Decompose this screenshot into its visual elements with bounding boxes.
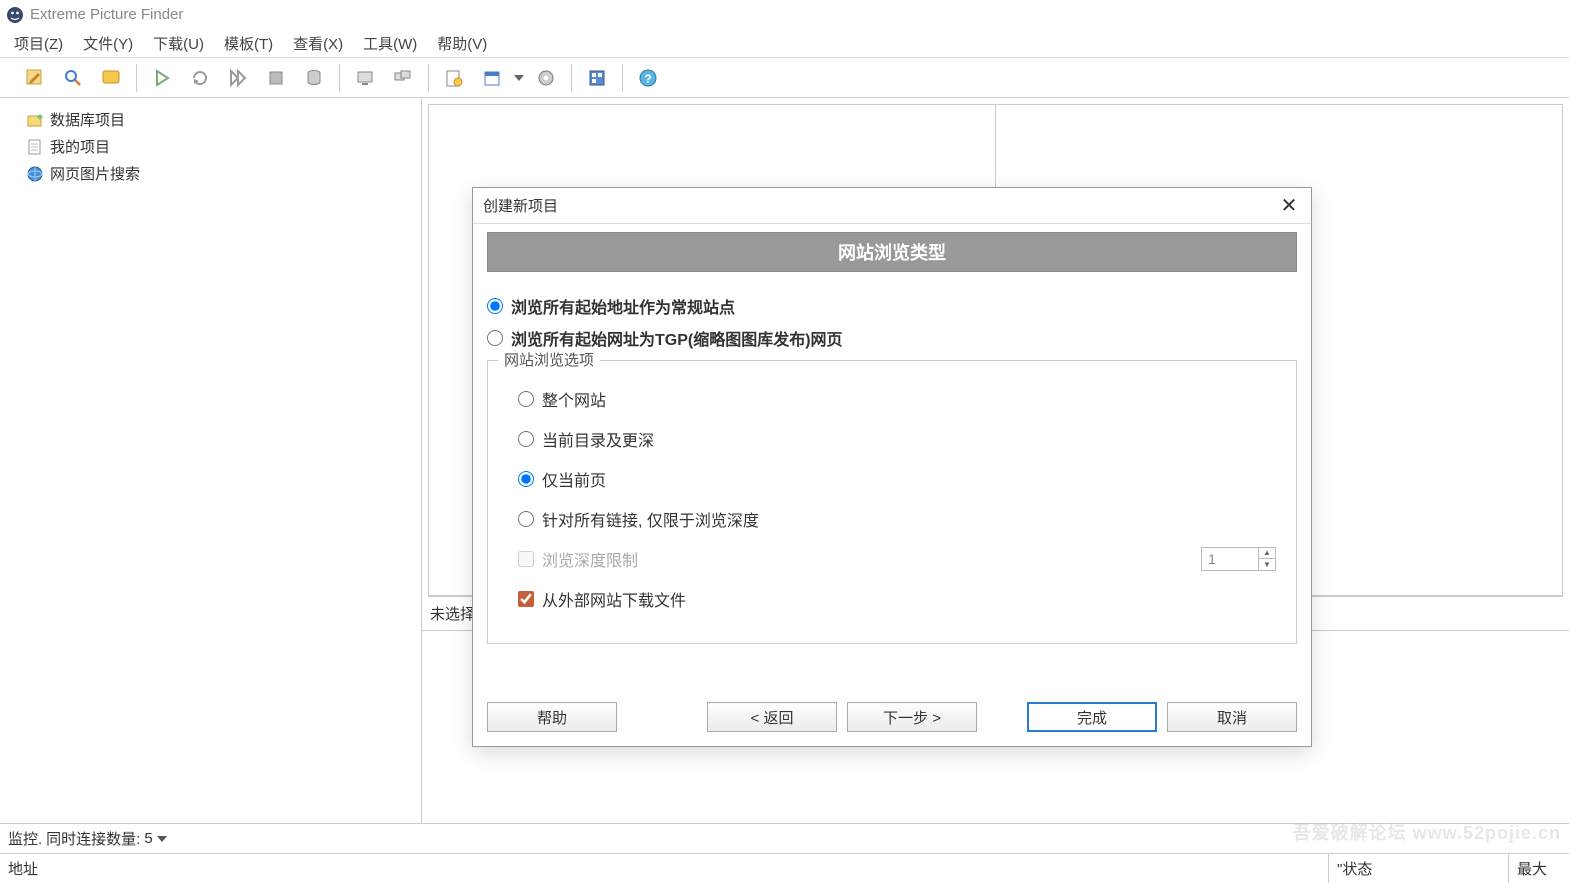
- browse-options-fieldset: 网站浏览选项 整个网站 当前目录及更深 仅当前页 针对所有链接, 仅限于浏览深度: [487, 360, 1297, 644]
- window-titlebar: Extreme Picture Finder: [0, 0, 1569, 30]
- mode-radio-tgp-label: 浏览所有起始网址为TGP(缩略图图库发布)网页: [511, 326, 843, 350]
- toolbar-calendar-icon[interactable]: [473, 59, 511, 97]
- mode-radio-tgp[interactable]: 浏览所有起始网址为TGP(缩略图图库发布)网页: [487, 322, 1297, 354]
- toolbar-separator: [339, 64, 340, 92]
- scope-radio-curr-only-label: 仅当前页: [542, 467, 606, 491]
- status-value: 5: [144, 830, 152, 847]
- tree-item-web-image-search[interactable]: 网页图片搜索: [6, 160, 415, 187]
- cancel-button[interactable]: 取消: [1167, 702, 1297, 732]
- scope-radio-all-links-input[interactable]: [518, 511, 534, 527]
- depth-limit-check-input: [518, 551, 534, 567]
- tree-item-label: 数据库项目: [50, 109, 125, 130]
- toolbar-database-icon[interactable]: [295, 59, 333, 97]
- scope-radio-curr-deeper[interactable]: 当前目录及更深: [508, 419, 1276, 459]
- next-button[interactable]: 下一步 >: [847, 702, 977, 732]
- finish-button[interactable]: 完成: [1027, 702, 1157, 732]
- back-button[interactable]: < 返回: [707, 702, 837, 732]
- toolbar-dropdown-icon[interactable]: [511, 59, 527, 97]
- depth-limit-check: 浏览深度限制: [518, 547, 638, 571]
- mode-radio-tgp-input[interactable]: [487, 330, 503, 346]
- fieldset-legend: 网站浏览选项: [498, 349, 600, 370]
- statusbar: 监控. 同时连接数量: 5: [0, 823, 1569, 853]
- toolbar-play-icon[interactable]: [143, 59, 181, 97]
- folder-sparkle-icon: [26, 111, 44, 129]
- scope-radio-curr-deeper-label: 当前目录及更深: [542, 427, 654, 451]
- toolbar-edit-icon[interactable]: [16, 59, 54, 97]
- tree-item-label: 网页图片搜索: [50, 163, 140, 184]
- toolbar-monitors-icon[interactable]: [384, 59, 422, 97]
- toolbar-gear-icon[interactable]: [527, 59, 565, 97]
- tree-item-label: 我的项目: [50, 136, 110, 157]
- document-icon: [26, 138, 44, 156]
- toolbar-tile-icon[interactable]: [578, 59, 616, 97]
- dialog-button-row: 帮助 < 返回 下一步 > 完成 取消: [473, 690, 1311, 746]
- toolbar-separator: [136, 64, 137, 92]
- menu-project[interactable]: 项目(Z): [4, 29, 73, 58]
- toolbar-separator: [622, 64, 623, 92]
- dialog-body: 网站浏览类型 浏览所有起始地址作为常规站点 浏览所有起始网址为TGP(缩略图图库…: [473, 224, 1311, 690]
- scope-radio-whole-input[interactable]: [518, 391, 534, 407]
- dialog-banner: 网站浏览类型: [487, 232, 1297, 272]
- spinner-up-icon[interactable]: ▲: [1259, 548, 1275, 559]
- column-address[interactable]: 地址: [0, 854, 1329, 883]
- help-button[interactable]: 帮助: [487, 702, 617, 732]
- column-header-row: 地址 "状态 最大: [0, 853, 1569, 883]
- app-icon: [6, 6, 24, 24]
- mode-radio-regular-input[interactable]: [487, 298, 503, 314]
- external-download-check-input[interactable]: [518, 591, 534, 607]
- mode-radio-regular-label: 浏览所有起始地址作为常规站点: [511, 294, 735, 318]
- scope-radio-curr-only[interactable]: 仅当前页: [508, 459, 1276, 499]
- menu-download[interactable]: 下载(U): [143, 29, 214, 58]
- toolbar: ?: [0, 58, 1569, 98]
- depth-spinner-buttons[interactable]: ▲ ▼: [1258, 548, 1275, 570]
- new-project-dialog: 创建新项目 ✕ 网站浏览类型 浏览所有起始地址作为常规站点 浏览所有起始网址为T…: [472, 187, 1312, 747]
- svg-text:?: ?: [644, 72, 651, 86]
- sidebar-tree: 数据库项目 我的项目 网页图片搜索: [0, 98, 422, 823]
- depth-limit-row: 浏览深度限制 ▲ ▼: [508, 539, 1276, 579]
- toolbar-props-icon[interactable]: [435, 59, 473, 97]
- toolbar-separator: [428, 64, 429, 92]
- scope-radio-curr-only-input[interactable]: [518, 471, 534, 487]
- mode-radio-regular[interactable]: 浏览所有起始地址作为常规站点: [487, 290, 1297, 322]
- toolbar-stop-icon[interactable]: [257, 59, 295, 97]
- toolbar-note-icon[interactable]: [92, 59, 130, 97]
- external-download-check[interactable]: 从外部网站下载文件: [508, 579, 1276, 619]
- toolbar-monitor-icon[interactable]: [346, 59, 384, 97]
- menu-template[interactable]: 模板(T): [214, 29, 283, 58]
- status-dropdown-icon[interactable]: [157, 830, 167, 847]
- depth-spinner[interactable]: ▲ ▼: [1201, 547, 1276, 571]
- scope-radio-whole-label: 整个网站: [542, 387, 606, 411]
- spinner-down-icon[interactable]: ▼: [1259, 559, 1275, 570]
- depth-spinner-input[interactable]: [1202, 548, 1258, 570]
- toolbar-help-icon[interactable]: ?: [629, 59, 667, 97]
- menu-tools[interactable]: 工具(W): [353, 29, 427, 58]
- column-state[interactable]: "状态: [1329, 854, 1509, 883]
- menu-help[interactable]: 帮助(V): [427, 29, 497, 58]
- app-title: Extreme Picture Finder: [30, 6, 183, 23]
- tree-item-database-projects[interactable]: 数据库项目: [6, 106, 415, 133]
- menu-file[interactable]: 文件(Y): [73, 29, 143, 58]
- scope-radio-whole[interactable]: 整个网站: [508, 379, 1276, 419]
- toolbar-skip-icon[interactable]: [219, 59, 257, 97]
- dialog-title: 创建新项目: [483, 195, 558, 216]
- menubar: 项目(Z) 文件(Y) 下载(U) 模板(T) 查看(X) 工具(W) 帮助(V…: [0, 30, 1569, 58]
- globe-search-icon: [26, 165, 44, 183]
- depth-limit-check-label: 浏览深度限制: [542, 547, 638, 571]
- scope-radio-all-links-label: 针对所有链接, 仅限于浏览深度: [542, 507, 759, 531]
- external-download-check-label: 从外部网站下载文件: [542, 587, 686, 611]
- menu-view[interactable]: 查看(X): [283, 29, 353, 58]
- dialog-titlebar: 创建新项目 ✕: [473, 188, 1311, 224]
- toolbar-search-icon[interactable]: [54, 59, 92, 97]
- toolbar-separator: [571, 64, 572, 92]
- column-max[interactable]: 最大: [1509, 854, 1569, 883]
- status-label-prefix: 监控.: [8, 828, 42, 849]
- close-icon[interactable]: ✕: [1277, 194, 1301, 218]
- toolbar-refresh-icon[interactable]: [181, 59, 219, 97]
- scope-radio-curr-deeper-input[interactable]: [518, 431, 534, 447]
- status-label: 同时连接数量:: [46, 828, 140, 849]
- scope-radio-all-links[interactable]: 针对所有链接, 仅限于浏览深度: [508, 499, 1276, 539]
- tree-item-my-projects[interactable]: 我的项目: [6, 133, 415, 160]
